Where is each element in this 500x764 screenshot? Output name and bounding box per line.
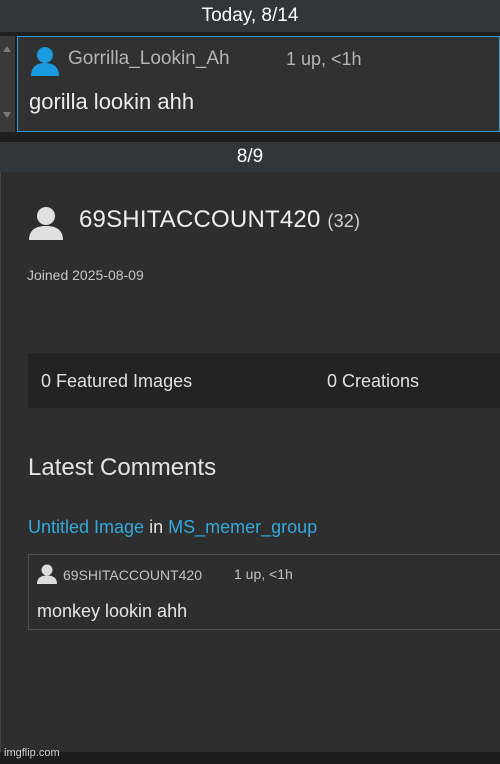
latest-comment-username[interactable]: 69SHITACCOUNT420 (63, 567, 202, 583)
upvote-arrow-icon[interactable] (3, 46, 11, 52)
comment-meta: 1 up, <1h (286, 49, 362, 69)
image-link[interactable]: Untitled Image (28, 517, 144, 537)
profile-username: 69SHITACCOUNT420 (32) (79, 206, 360, 234)
latest-comment-meta: 1 up, <1h (234, 566, 293, 582)
date-header-8-9: 8/9 (0, 142, 500, 172)
profile-avatar-icon (29, 207, 63, 240)
featured-images-link[interactable]: 0 Featured Images (41, 371, 192, 392)
in-label: in (149, 517, 164, 537)
comment-panel: Gorrilla_Lookin_Ah 1 up, <1h gorilla loo… (0, 32, 500, 138)
vote-column (0, 36, 15, 132)
comment-box: Gorrilla_Lookin_Ah 1 up, <1h gorilla loo… (17, 36, 500, 132)
profile-points: (32) (327, 211, 361, 231)
comment-text: gorilla lookin ahh (29, 89, 195, 114)
latest-comments-title: Latest Comments (28, 454, 217, 481)
stats-bar: 0 Featured Images 0 Creations (28, 353, 500, 408)
profile-panel: 69SHITACCOUNT420 (32) Joined 2025-08-09 … (0, 172, 500, 752)
comment-avatar-icon[interactable] (36, 563, 58, 585)
watermark: imgflip.com (4, 747, 60, 759)
profile-username-text: 69SHITACCOUNT420 (79, 206, 321, 233)
comment-reference: Untitled Image in MS_memer_group (28, 517, 317, 538)
date-header-today: Today, 8/14 (0, 0, 500, 32)
latest-comment-text: monkey lookin ahh (37, 601, 188, 621)
latest-comment-box: 69SHITACCOUNT420 1 up, <1h monkey lookin… (28, 554, 500, 630)
user-avatar-icon[interactable] (30, 45, 60, 77)
downvote-arrow-icon[interactable] (3, 112, 11, 118)
group-link[interactable]: MS_memer_group (168, 517, 317, 537)
joined-date: Joined 2025-08-09 (27, 267, 144, 283)
bottom-band (0, 752, 500, 764)
creations-link[interactable]: 0 Creations (327, 371, 419, 392)
comment-username[interactable]: Gorrilla_Lookin_Ah (68, 48, 230, 70)
